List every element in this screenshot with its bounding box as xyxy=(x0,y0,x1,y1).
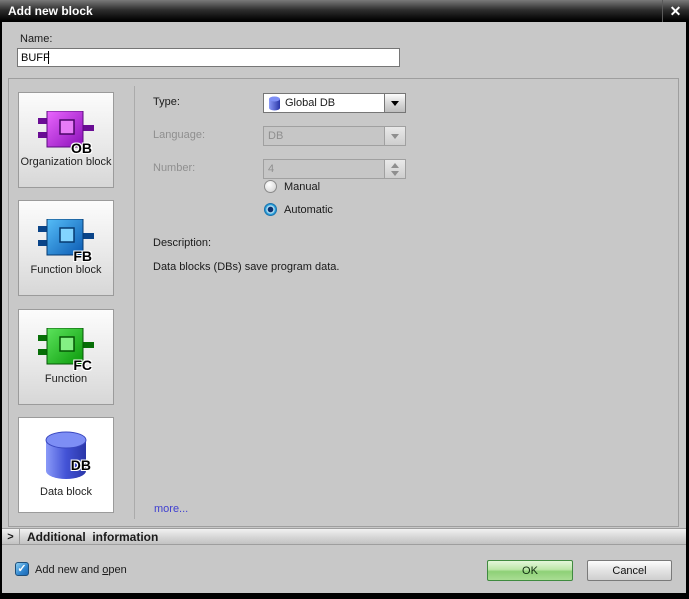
description-text: Data blocks (DBs) save program data. xyxy=(153,261,339,273)
spinner-up-icon xyxy=(391,163,399,168)
checkmark-icon: ✓ xyxy=(17,564,26,575)
number-spinner-buttons xyxy=(385,159,406,179)
language-dropdown-arrow-button xyxy=(385,126,406,146)
automatic-radio[interactable] xyxy=(264,203,277,216)
number-spinner: 4 xyxy=(263,159,406,179)
spinner-down-icon xyxy=(391,171,399,176)
close-icon: ✕ xyxy=(670,4,682,18)
description-label: Description: xyxy=(153,237,211,249)
fc-block-icon: FC xyxy=(38,328,94,368)
add-new-and-open-checkbox[interactable]: ✓ xyxy=(15,562,29,576)
ob-block-icon: OB xyxy=(38,111,94,151)
name-input[interactable] xyxy=(17,48,400,67)
checkbox-label-post: pen xyxy=(108,564,126,576)
close-button[interactable]: ✕ xyxy=(664,0,687,22)
ob-abbr-label: OB xyxy=(71,140,92,156)
expand-section-button[interactable]: > xyxy=(2,529,20,544)
block-type-data-block-button[interactable]: DB Data block xyxy=(18,417,114,513)
additional-information-label: Additional information xyxy=(27,530,158,544)
additional-information-bar: > Additional information xyxy=(2,528,686,545)
window-frame-bottom xyxy=(0,593,689,599)
checkbox-label-pre: Add new and xyxy=(35,564,102,576)
window-frame-left xyxy=(0,22,2,599)
number-label: Number: xyxy=(153,162,195,174)
db-abbr-label: DB xyxy=(71,457,91,473)
more-link[interactable]: more... xyxy=(154,503,188,515)
type-value: Global DB xyxy=(285,97,335,109)
add-new-block-dialog: Add new block ✕ Name: OB Organization xyxy=(0,0,689,599)
type-label: Type: xyxy=(153,96,180,108)
global-db-cylinder-icon xyxy=(268,96,281,111)
type-dropdown-field[interactable]: Global DB xyxy=(263,93,385,113)
block-type-function-button[interactable]: FC Function xyxy=(18,309,114,405)
type-dropdown-arrow-button[interactable] xyxy=(385,93,406,113)
block-type-label: Function xyxy=(45,373,87,387)
block-type-organization-block-button[interactable]: OB Organization block xyxy=(18,92,114,188)
manual-radio-label: Manual xyxy=(284,181,320,193)
panel-divider xyxy=(134,86,135,519)
manual-radio[interactable] xyxy=(264,180,277,193)
add-new-and-open-label: Add new and open xyxy=(35,564,127,576)
dialog-title: Add new block xyxy=(0,4,93,18)
db-cylinder-icon: DB xyxy=(44,431,88,481)
fc-abbr-label: FC xyxy=(73,357,92,373)
ok-button-label: OK xyxy=(522,565,538,577)
language-dropdown: DB xyxy=(263,126,406,146)
language-value: DB xyxy=(268,130,283,142)
block-type-label: Organization block xyxy=(20,156,111,170)
number-field: 4 xyxy=(263,159,385,179)
cancel-button[interactable]: Cancel xyxy=(587,560,672,581)
name-label: Name: xyxy=(20,33,52,45)
chevron-down-icon xyxy=(391,101,399,106)
chevron-right-icon: > xyxy=(7,531,13,543)
language-label: Language: xyxy=(153,129,205,141)
ok-button[interactable]: OK xyxy=(487,560,573,581)
cancel-button-label: Cancel xyxy=(612,565,646,577)
title-bar: Add new block xyxy=(0,0,689,22)
chevron-down-icon xyxy=(391,134,399,139)
block-type-function-block-button[interactable]: FB Function block xyxy=(18,200,114,296)
number-value: 4 xyxy=(268,163,274,175)
fb-abbr-label: FB xyxy=(73,248,92,264)
fb-block-icon: FB xyxy=(38,219,94,259)
titlebar-divider xyxy=(662,0,663,22)
block-type-label: Data block xyxy=(40,486,92,500)
block-type-label: Function block xyxy=(31,264,102,278)
language-dropdown-field: DB xyxy=(263,126,385,146)
text-cursor xyxy=(48,51,49,64)
automatic-radio-label: Automatic xyxy=(284,204,333,216)
type-dropdown[interactable]: Global DB xyxy=(263,93,406,113)
